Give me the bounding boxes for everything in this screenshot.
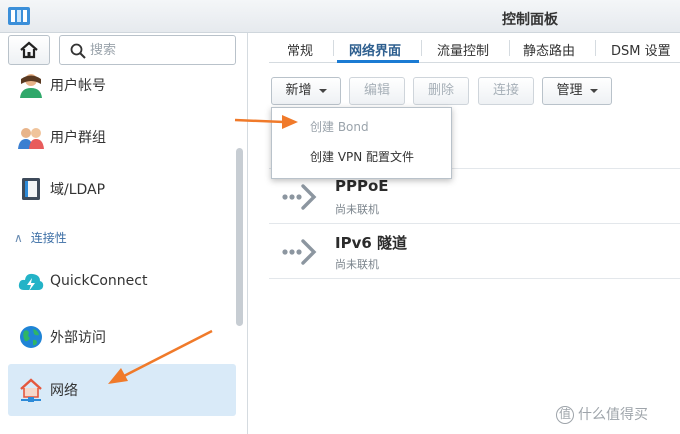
tab-network-interface[interactable]: 网络界面 bbox=[349, 40, 401, 59]
sidebar-item-label: 域/LDAP bbox=[50, 182, 106, 198]
home-icon bbox=[20, 41, 38, 59]
sidebar-item-user-account[interactable]: 用户帐号 bbox=[8, 59, 236, 111]
connection-arrow-icon bbox=[282, 239, 317, 265]
tab-static-route[interactable]: 静态路由 bbox=[523, 40, 575, 59]
sidebar-item-label: 外部访问 bbox=[50, 330, 106, 346]
sidebar-item-domain-ldap[interactable]: 域/LDAP bbox=[8, 163, 236, 215]
title-bar: 控制面板 bbox=[0, 0, 680, 33]
sidebar-item-user-group[interactable]: 用户群组 bbox=[8, 111, 236, 163]
tab-bar: 常规 网络界面 流量控制 静态路由 DSM 设置 bbox=[269, 33, 680, 63]
list-item[interactable]: IPv6 隧道 尚未联机 bbox=[269, 224, 680, 279]
caret-down-icon bbox=[318, 88, 327, 93]
create-button[interactable]: 新增 bbox=[271, 77, 341, 105]
active-tab-indicator bbox=[337, 60, 419, 63]
user-group-icon bbox=[18, 128, 44, 149]
interface-name: IPv6 隧道 bbox=[335, 234, 408, 252]
sidebar-scrollbar[interactable] bbox=[236, 148, 243, 326]
sidebar: 用户帐号 用户群组 域/LDAP ∧连接性 QuickConnect bbox=[0, 33, 248, 434]
tab-divider bbox=[509, 40, 510, 56]
create-dropdown-menu: 创建 Bond 创建 VPN 配置文件 bbox=[271, 107, 452, 179]
window-title: 控制面板 bbox=[502, 12, 558, 28]
tab-divider bbox=[421, 40, 422, 56]
watermark: 值什么值得买 bbox=[556, 404, 648, 424]
search-icon bbox=[70, 43, 86, 59]
interface-name: PPPoE bbox=[335, 177, 389, 195]
sidebar-item-external-access[interactable]: 外部访问 bbox=[8, 311, 236, 363]
sidebar-item-label: 用户帐号 bbox=[50, 78, 106, 94]
connection-arrow-icon bbox=[282, 184, 317, 210]
caret-down-icon bbox=[589, 88, 598, 93]
quickconnect-icon bbox=[18, 273, 44, 291]
tab-general[interactable]: 常规 bbox=[287, 40, 313, 59]
domain-ldap-icon bbox=[22, 178, 40, 200]
globe-icon bbox=[20, 326, 42, 348]
interface-status: 尚未联机 bbox=[335, 258, 379, 271]
search-input[interactable] bbox=[90, 40, 230, 60]
interface-status: 尚未联机 bbox=[335, 203, 379, 216]
main-panel: 常规 网络界面 流量控制 静态路由 DSM 设置 新增 编辑 删除 连接 管理 … bbox=[249, 33, 680, 434]
menu-item-create-bond[interactable]: 创建 Bond bbox=[272, 113, 451, 141]
chevron-up-icon: ∧ bbox=[14, 231, 23, 245]
sidebar-item-label: 网络 bbox=[50, 383, 78, 399]
tab-divider bbox=[595, 40, 596, 56]
sidebar-item-quickconnect[interactable]: QuickConnect bbox=[8, 257, 236, 309]
tab-dsm-settings[interactable]: DSM 设置 bbox=[611, 40, 671, 59]
sidebar-item-network[interactable]: 网络 bbox=[8, 364, 236, 416]
user-icon bbox=[20, 74, 42, 98]
section-header-connectivity[interactable]: ∧ 连接性 bbox=[14, 229, 67, 246]
menu-item-create-vpn-profile[interactable]: 创建 VPN 配置文件 bbox=[272, 143, 451, 171]
sidebar-item-label: QuickConnect bbox=[50, 273, 148, 289]
tab-divider bbox=[333, 40, 334, 56]
network-home-icon bbox=[20, 378, 42, 402]
delete-button[interactable]: 删除 bbox=[413, 77, 469, 105]
watermark-logo: 值 bbox=[556, 406, 574, 424]
connect-button[interactable]: 连接 bbox=[478, 77, 534, 105]
tab-traffic-control[interactable]: 流量控制 bbox=[437, 40, 489, 59]
sidebar-item-label: 用户群组 bbox=[50, 130, 106, 146]
edit-button[interactable]: 编辑 bbox=[349, 77, 405, 105]
control-panel-icon bbox=[8, 7, 30, 25]
manage-button[interactable]: 管理 bbox=[542, 77, 612, 105]
